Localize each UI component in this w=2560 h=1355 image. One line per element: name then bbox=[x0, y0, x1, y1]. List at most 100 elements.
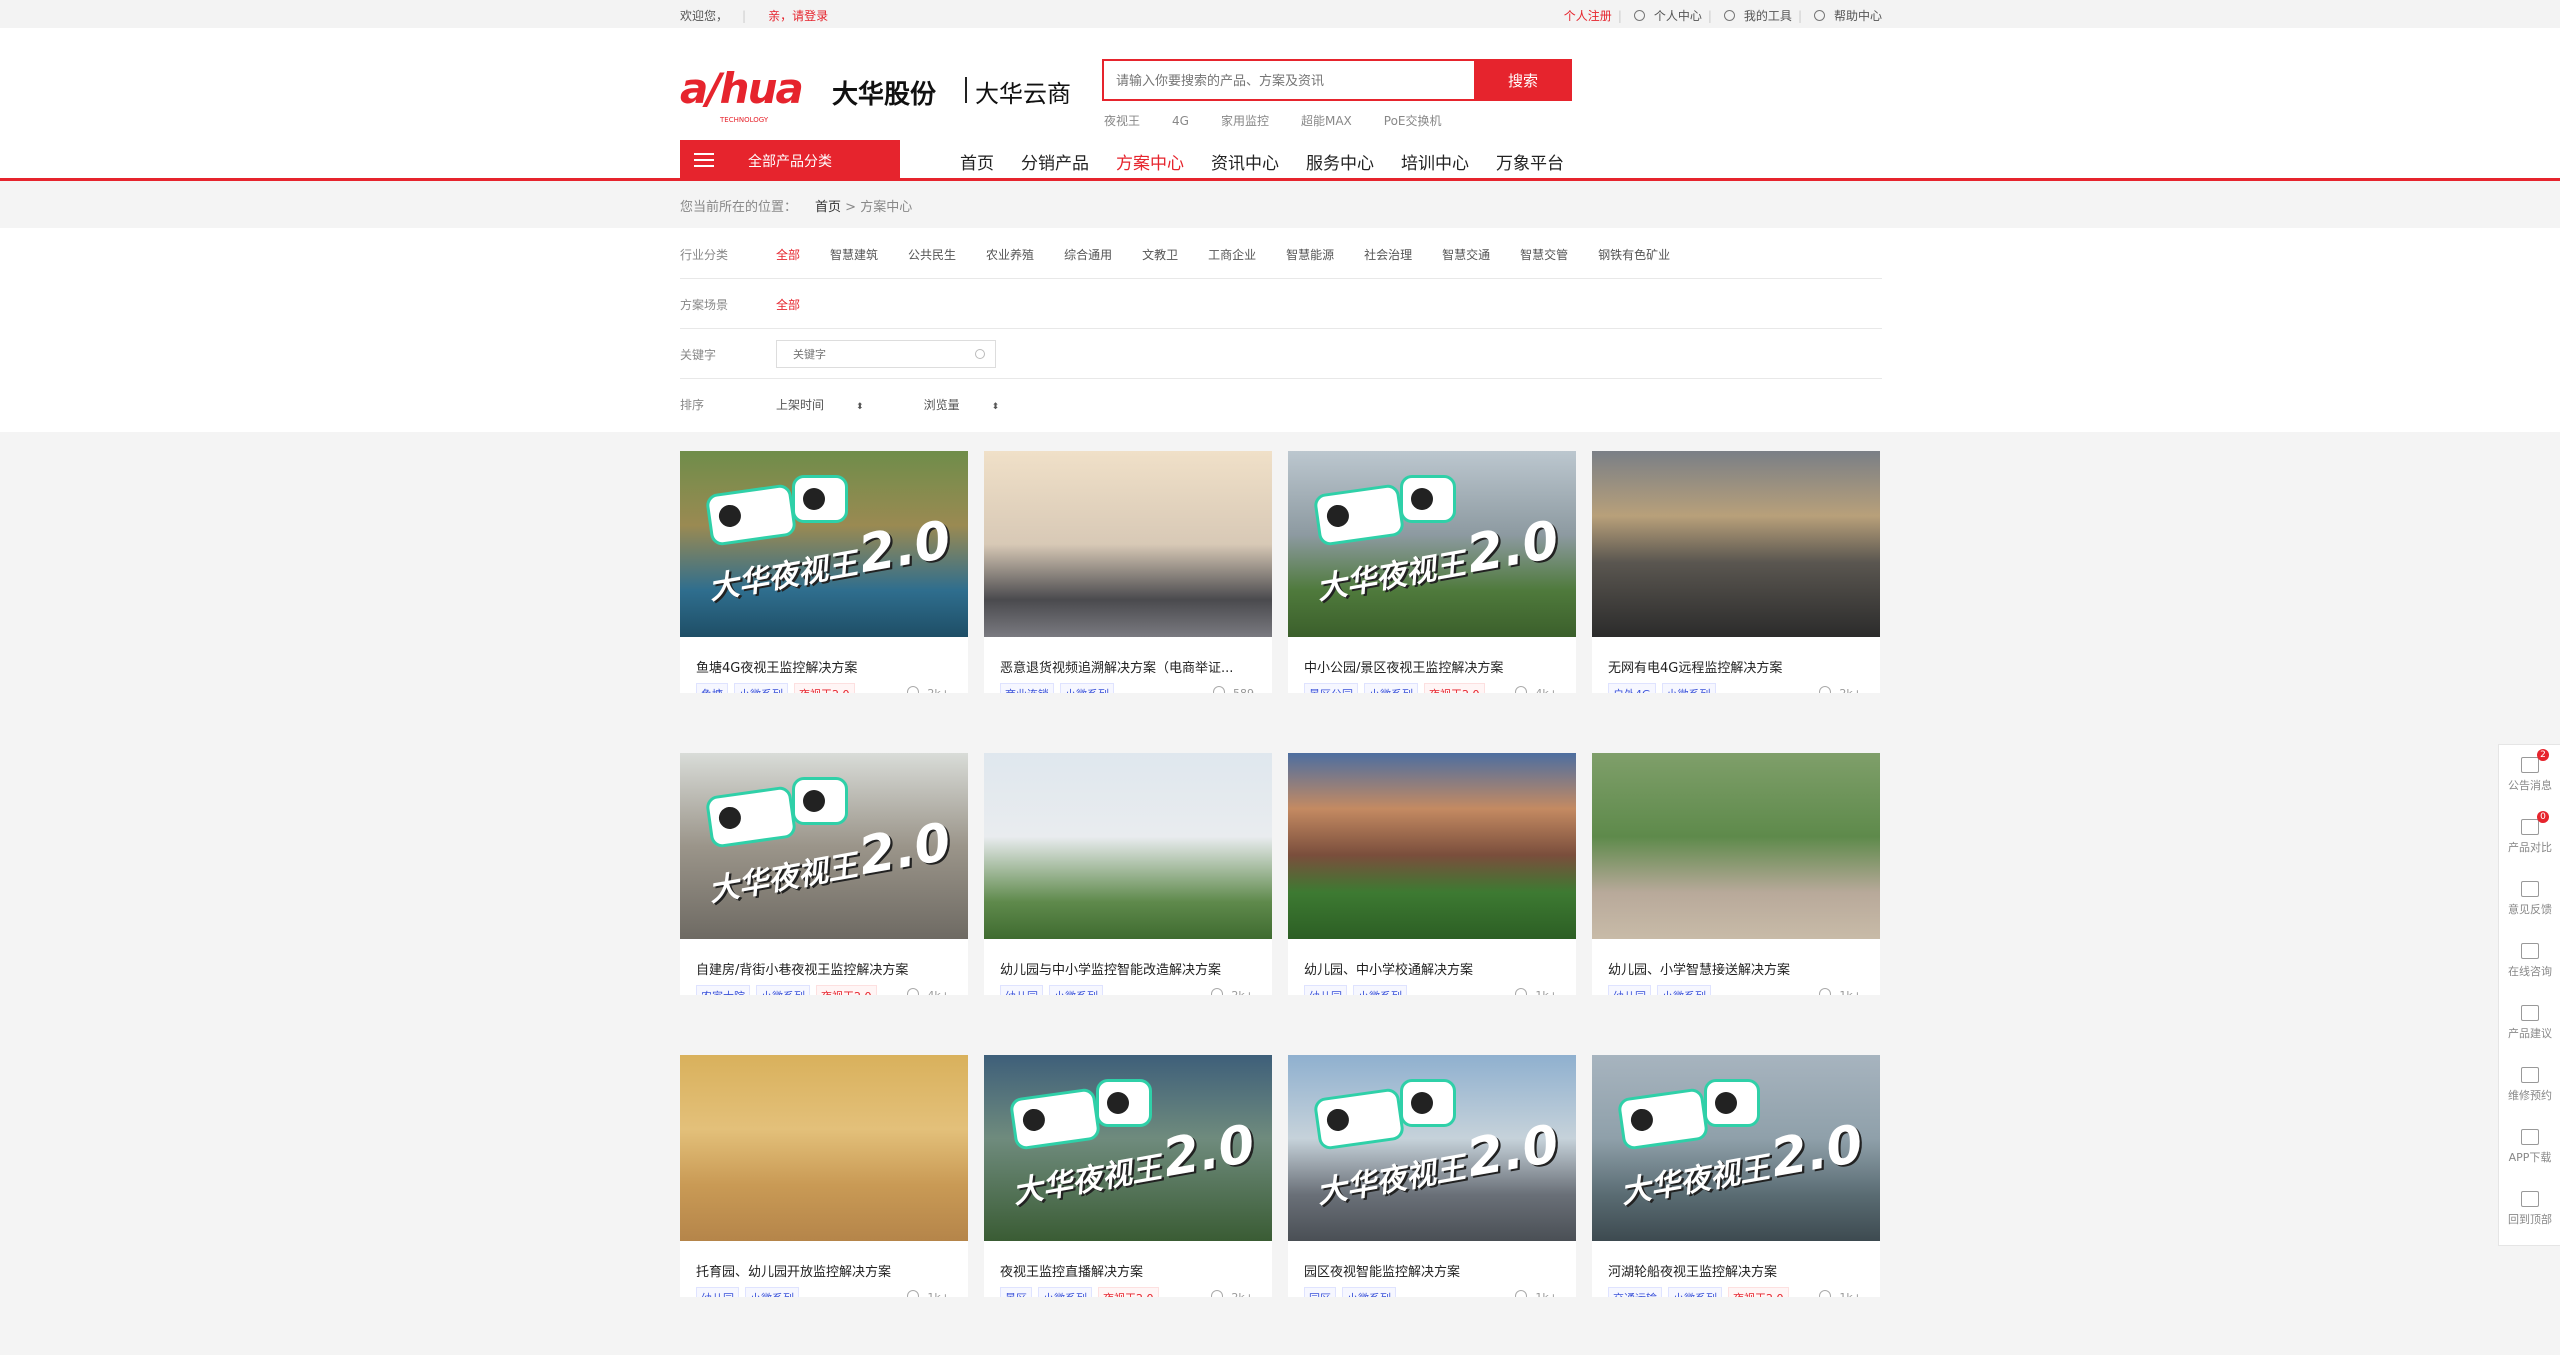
view-count: 1k+ bbox=[907, 1290, 950, 1297]
solution-card[interactable]: 大华夜视王2.0 河湖轮船夜视王监控解决方案交通运输小微系列夜视王2.0 1k+ bbox=[1592, 1055, 1880, 1297]
float-item[interactable]: 2 公告消息 bbox=[2499, 745, 2560, 807]
industry-option[interactable]: 农业养殖 bbox=[986, 248, 1034, 262]
nav-solutions[interactable]: 方案中心 bbox=[1116, 154, 1184, 174]
tag: 商业连锁 bbox=[1000, 683, 1054, 693]
sort-by-views[interactable]: 浏览量 ⬍ bbox=[924, 398, 1030, 412]
solution-card[interactable]: 大华夜视王2.0 夜视王监控直播解决方案景区小微系列夜视王2.0 2k+ bbox=[984, 1055, 1272, 1297]
industry-option[interactable]: 社会治理 bbox=[1364, 248, 1412, 262]
solution-thumbnail[interactable]: 大华夜视王2.0 bbox=[984, 1055, 1272, 1241]
register-link[interactable]: 个人注册 bbox=[1564, 9, 1612, 23]
hot-word[interactable]: 4G bbox=[1172, 114, 1189, 128]
industry-option[interactable]: 智慧能源 bbox=[1286, 248, 1334, 262]
solution-title[interactable]: 中小公园/景区夜视王监控解决方案 bbox=[1304, 657, 1564, 676]
solution-card[interactable]: 大华夜视王2.0 园区夜视智能监控解决方案园区小微系列 1k+ bbox=[1288, 1055, 1576, 1297]
keyword-input[interactable] bbox=[791, 343, 965, 367]
hot-word[interactable]: 夜视王 bbox=[1104, 114, 1140, 128]
nav-home[interactable]: 首页 bbox=[960, 154, 994, 174]
hot-word[interactable]: 家用监控 bbox=[1221, 114, 1269, 128]
header: a/hua TECHNOLOGY 大华股份 大华云商 搜索 夜视王 4G 家用监控 超… bbox=[0, 28, 2560, 181]
industry-option[interactable]: 综合通用 bbox=[1064, 248, 1112, 262]
solution-thumbnail[interactable]: 大华夜视王2.0 bbox=[1288, 451, 1576, 637]
solution-title[interactable]: 河湖轮船夜视王监控解决方案 bbox=[1608, 1261, 1868, 1280]
solution-card[interactable]: 大华夜视王2.0 中小公园/景区夜视王监控解决方案景区公园小微系列夜视王2.0 4k… bbox=[1288, 451, 1576, 693]
industry-option[interactable]: 全部 bbox=[776, 248, 800, 262]
industry-option[interactable]: 工商企业 bbox=[1208, 248, 1256, 262]
qrcode-icon bbox=[2521, 1129, 2539, 1145]
search-icon[interactable] bbox=[975, 349, 985, 359]
nav-training[interactable]: 培训中心 bbox=[1401, 154, 1469, 174]
float-item[interactable]: APP下载 bbox=[2499, 1117, 2560, 1179]
tag-list: 鱼塘小微系列夜视王2.0 bbox=[696, 683, 861, 693]
eye-icon bbox=[1819, 1290, 1832, 1297]
solution-card[interactable]: 托育园、幼儿园开放监控解决方案幼儿园小微系列 1k+ bbox=[680, 1055, 968, 1297]
breadcrumb: 您当前所在的位置： 首页 > 方案中心 bbox=[680, 196, 912, 215]
tag: 鱼塘 bbox=[696, 683, 728, 693]
solution-title[interactable]: 恶意退货视频追溯解决方案（电商举证... bbox=[1000, 657, 1260, 676]
solution-thumbnail[interactable]: 大华夜视王2.0 bbox=[680, 753, 968, 939]
solution-title[interactable]: 幼儿园、中小学校通解决方案 bbox=[1304, 959, 1564, 978]
solution-thumbnail[interactable] bbox=[1592, 451, 1880, 637]
logo-company-name: 大华股份 bbox=[832, 80, 937, 110]
solution-thumbnail[interactable]: 大华夜视王2.0 bbox=[1592, 1055, 1880, 1241]
solution-title[interactable]: 夜视王监控直播解决方案 bbox=[1000, 1261, 1260, 1280]
solution-title[interactable]: 幼儿园与中小学监控智能改造解决方案 bbox=[1000, 959, 1260, 978]
hot-word[interactable]: PoE交换机 bbox=[1384, 114, 1442, 128]
solution-card[interactable]: 幼儿园、小学智慧接送解决方案幼儿园小微系列 1k+ bbox=[1592, 753, 1880, 995]
nav-platform[interactable]: 万象平台 bbox=[1496, 154, 1564, 174]
logo[interactable]: a/hua TECHNOLOGY 大华股份 大华云商 bbox=[680, 60, 1080, 140]
industry-option[interactable]: 公共民生 bbox=[908, 248, 956, 262]
solution-thumbnail[interactable] bbox=[1592, 753, 1880, 939]
view-count: 2k+ bbox=[1211, 988, 1254, 995]
tag: 夜视王2.0 bbox=[794, 683, 855, 693]
float-item[interactable]: 回到顶部 bbox=[2499, 1179, 2560, 1241]
solution-card[interactable]: 幼儿园与中小学监控智能改造解决方案幼儿园小微系列 2k+ bbox=[984, 753, 1272, 995]
scene-option-all[interactable]: 全部 bbox=[776, 298, 800, 312]
solution-card[interactable]: 恶意退货视频追溯解决方案（电商举证... 商业连锁小微系列 589 bbox=[984, 451, 1272, 693]
search-input[interactable] bbox=[1102, 59, 1500, 101]
solution-thumbnail[interactable] bbox=[984, 753, 1272, 939]
industry-option[interactable]: 智慧交管 bbox=[1520, 248, 1568, 262]
solution-card[interactable]: 大华夜视王2.0 自建房/背街小巷夜视王监控解决方案农家大院小微系列夜视王2.0 4… bbox=[680, 753, 968, 995]
float-item[interactable]: 产品建议 bbox=[2499, 993, 2560, 1055]
solution-thumbnail[interactable]: 大华夜视王2.0 bbox=[680, 451, 968, 637]
float-item[interactable]: 0 产品对比 bbox=[2499, 807, 2560, 869]
solution-title[interactable]: 自建房/背街小巷夜视王监控解决方案 bbox=[696, 959, 956, 978]
tag: 小微系列 bbox=[1353, 985, 1407, 995]
industry-option[interactable]: 智慧建筑 bbox=[830, 248, 878, 262]
industry-option[interactable]: 智慧交通 bbox=[1442, 248, 1490, 262]
my-tools-link[interactable]: 我的工具 bbox=[1744, 9, 1792, 23]
float-item-label: 意见反馈 bbox=[2508, 903, 2552, 916]
solution-thumbnail[interactable] bbox=[680, 1055, 968, 1241]
industry-option[interactable]: 文教卫 bbox=[1142, 248, 1178, 262]
solution-thumbnail[interactable] bbox=[1288, 753, 1576, 939]
solution-card[interactable]: 大华夜视王2.0 鱼塘4G夜视王监控解决方案鱼塘小微系列夜视王2.0 2k+ bbox=[680, 451, 968, 693]
all-categories-button[interactable]: 全部产品分类 bbox=[680, 140, 900, 180]
personal-center-link[interactable]: 个人中心 bbox=[1654, 9, 1702, 23]
sort-by-time[interactable]: 上架时间 ⬍ bbox=[776, 398, 894, 412]
solution-thumbnail[interactable] bbox=[984, 451, 1272, 637]
help-center-link[interactable]: 帮助中心 bbox=[1834, 9, 1882, 23]
view-count: 1k+ bbox=[1515, 1290, 1558, 1297]
solution-title[interactable]: 无网有电4G远程监控解决方案 bbox=[1608, 657, 1868, 676]
float-item[interactable]: 在线咨询 bbox=[2499, 931, 2560, 993]
nav-service[interactable]: 服务中心 bbox=[1306, 154, 1374, 174]
thumbnail-photo bbox=[1592, 451, 1880, 637]
solution-title[interactable]: 园区夜视智能监控解决方案 bbox=[1304, 1261, 1564, 1280]
search-button[interactable]: 搜索 bbox=[1474, 59, 1572, 101]
login-link[interactable]: 亲，请登录 bbox=[768, 9, 828, 23]
nav-news[interactable]: 资讯中心 bbox=[1211, 154, 1279, 174]
solution-card[interactable]: 幼儿园、中小学校通解决方案幼儿园小微系列 1k+ bbox=[1288, 753, 1576, 995]
solution-card[interactable]: 无网有电4G远程监控解决方案户外4G 小微系列 2k+ bbox=[1592, 451, 1880, 693]
solution-thumbnail[interactable]: 大华夜视王2.0 bbox=[1288, 1055, 1576, 1241]
hot-word[interactable]: 超能MAX bbox=[1301, 114, 1352, 128]
nav-products[interactable]: 分销产品 bbox=[1021, 154, 1089, 174]
tag-list: 景区公园小微系列夜视王2.0 bbox=[1304, 683, 1491, 693]
float-item[interactable]: 意见反馈 bbox=[2499, 869, 2560, 931]
breadcrumb-home[interactable]: 首页 bbox=[815, 200, 841, 215]
logo-subtitle: 大华云商 bbox=[975, 80, 1071, 108]
solution-title[interactable]: 托育园、幼儿园开放监控解决方案 bbox=[696, 1261, 956, 1280]
solution-title[interactable]: 幼儿园、小学智慧接送解决方案 bbox=[1608, 959, 1868, 978]
float-item[interactable]: 维修预约 bbox=[2499, 1055, 2560, 1117]
solution-title[interactable]: 鱼塘4G夜视王监控解决方案 bbox=[696, 657, 956, 676]
industry-option[interactable]: 钢铁有色矿业 bbox=[1598, 248, 1670, 262]
